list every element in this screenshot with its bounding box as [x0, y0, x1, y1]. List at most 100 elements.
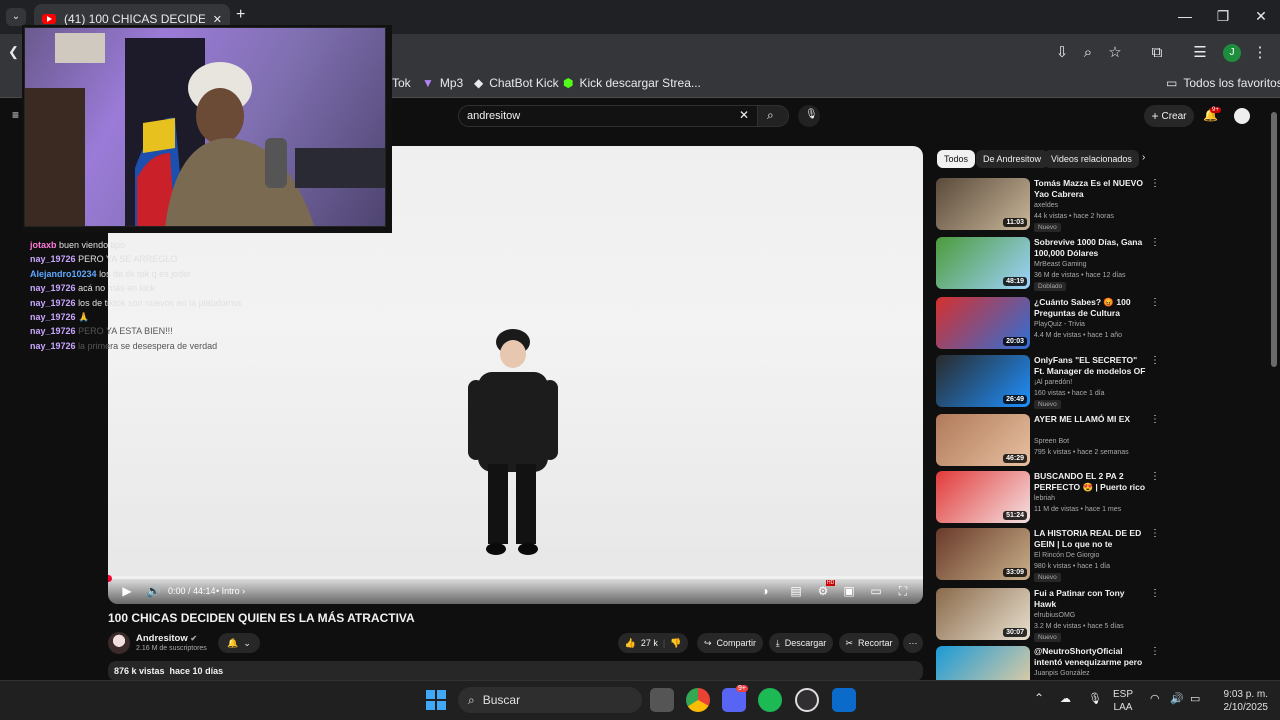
chip-videos-relacionados[interactable]: Videos relacionados [1044, 150, 1139, 168]
recommendation-channel[interactable]: elrubiusOMG [1034, 612, 1075, 619]
subscribed-bell-button[interactable]: 🔔 ⌄ [218, 633, 260, 653]
fullscreen-icon[interactable]: ⛶ [896, 584, 910, 598]
task-view-icon[interactable] [650, 688, 674, 712]
recommendation-channel[interactable]: Spreen Bot [1034, 438, 1069, 445]
channel-name[interactable]: Andresitow ✔ [136, 633, 197, 644]
recommendation-card[interactable]: 20:03 ¿Cuánto Sabes? 😡 100 Preguntas de C… [936, 297, 1160, 351]
page-scrollbar[interactable] [1269, 104, 1279, 679]
autoplay-toggle-icon[interactable]: ◑ [758, 584, 772, 598]
close-window-icon[interactable]: ✕ [1242, 4, 1280, 28]
zoom-icon[interactable]: ⌕ [1078, 43, 1098, 63]
more-options-icon[interactable]: ⋮ [1150, 355, 1160, 366]
recommendation-title[interactable]: ¿Cuánto Sabes? 😡 100 Preguntas de Cultur… [1034, 297, 1146, 319]
recommendation-card[interactable]: 26:49 OnlyFans "EL SECRETO" Ft. Manager d… [936, 355, 1160, 409]
recommendation-title[interactable]: Fui a Patinar con Tony Hawk [1034, 588, 1146, 610]
recommendation-title[interactable]: @NeutroShortyOficial intentó venequizarm… [1034, 646, 1146, 668]
maximize-icon[interactable]: ❐ [1204, 4, 1242, 28]
chip-de-andresitow[interactable]: De Andresitow [976, 150, 1049, 168]
language-indicator[interactable]: ESP LAA [1113, 688, 1133, 714]
search-button[interactable]: ⌕ [757, 105, 789, 127]
new-tab-button[interactable]: + [236, 6, 245, 24]
volume-icon[interactable]: 🔊 [146, 584, 161, 598]
download-button[interactable]: ⤓ Descargar [769, 633, 833, 653]
microphone-tray-icon[interactable]: 🎙 [1088, 692, 1102, 705]
all-bookmarks[interactable]: ▭ Todos los favoritos [1166, 76, 1280, 90]
miniplayer-icon[interactable]: ▣ [842, 584, 856, 598]
video-thumbnail[interactable]: 48:19 [936, 237, 1030, 289]
settings-gear-icon[interactable]: ⚙ [816, 584, 830, 598]
recommendation-channel[interactable]: PlayQuiz - Trivia [1034, 321, 1085, 328]
scrollbar-thumb[interactable] [1271, 112, 1277, 367]
recommendation-title[interactable]: BUSCANDO EL 2 PA 2 PERFECTO 😍 | Puerto r… [1034, 471, 1146, 493]
bookmark-chatbot-kick[interactable]: ◆ ChatBot Kick [474, 76, 559, 90]
bookmark-kick-descargar[interactable]: ⬢ Kick descargar Strea... [563, 76, 701, 90]
bookmark-star-icon[interactable]: ☆ [1105, 43, 1125, 63]
more-options-icon[interactable]: ⋮ [1150, 646, 1160, 657]
volume-tray-icon[interactable]: 🔊 [1170, 692, 1184, 705]
share-button[interactable]: ↪ Compartir [697, 633, 763, 653]
recommendation-channel[interactable]: axeldes [1034, 202, 1058, 209]
tab-search-button[interactable]: ⌄ [6, 8, 26, 26]
battery-saver-icon[interactable]: ☁ [1060, 692, 1071, 705]
video-thumbnail[interactable]: 20:03 [936, 297, 1030, 349]
extensions-icon[interactable]: ⧉ [1147, 43, 1167, 63]
subtitles-icon[interactable]: ▤ [789, 584, 803, 598]
play-icon[interactable]: ▶ [120, 584, 134, 598]
spotify-icon[interactable] [758, 688, 782, 712]
description-box[interactable]: 876 k vistas hace 10 días [108, 661, 923, 681]
windows-start-icon[interactable] [426, 690, 446, 710]
back-icon[interactable]: ❮ [8, 44, 19, 60]
voice-search-button[interactable]: 🎙 [798, 105, 820, 127]
recommendation-title[interactable]: OnlyFans "EL SECRETO" Ft. Manager de mod… [1034, 355, 1146, 377]
recommendation-card[interactable]: 11:03 Tomás Mazza Es el NUEVO Yao Cabrera… [936, 178, 1160, 232]
more-options-icon[interactable]: ⋮ [1150, 297, 1160, 308]
recommendation-channel[interactable]: Juanpis González [1034, 670, 1090, 677]
recommendation-channel[interactable]: lebriah [1034, 495, 1055, 502]
close-tab-icon[interactable]: ✕ [213, 13, 222, 26]
bookmark-tok[interactable]: Tok [392, 76, 411, 90]
video-thumbnail[interactable]: 33:09 [936, 528, 1030, 580]
recommendation-card[interactable]: 33:09 LA HISTORIA REAL DE ED GEIN | Lo qu… [936, 528, 1160, 582]
recommendation-title[interactable]: LA HISTORIA REAL DE ED GEIN | Lo que no … [1034, 528, 1146, 550]
battery-icon[interactable]: ▭ [1190, 692, 1200, 705]
more-actions-button[interactable]: ⋯ [903, 633, 923, 653]
clear-search-icon[interactable]: ✕ [739, 108, 749, 122]
chevron-right-icon[interactable]: › [1142, 152, 1145, 163]
guide-menu-icon[interactable]: ≡ [12, 108, 19, 122]
recommendation-card[interactable]: 30:07 Fui a Patinar con Tony Hawk elrubius… [936, 588, 1160, 642]
recommendation-title[interactable]: Tomás Mazza Es el NUEVO Yao Cabrera [1034, 178, 1146, 200]
photos-icon[interactable] [832, 688, 856, 712]
chrome-icon[interactable] [686, 688, 710, 712]
recommendation-card[interactable]: 48:19 Sobrevive 1000 Días, Gana 100,000 D… [936, 237, 1160, 291]
bookmark-mp3[interactable]: ▼ Mp3 [422, 76, 463, 90]
browser-menu-icon[interactable]: ⋮ [1250, 43, 1270, 63]
minimize-icon[interactable]: — [1166, 4, 1204, 28]
video-thumbnail[interactable]: 46:29 [936, 414, 1030, 466]
more-options-icon[interactable]: ⋮ [1150, 237, 1160, 248]
chip-todos[interactable]: Todos [937, 150, 976, 168]
media-control-icon[interactable]: ☰ [1190, 43, 1210, 63]
video-thumbnail[interactable]: 51:24 [936, 471, 1030, 523]
more-options-icon[interactable]: ⋮ [1150, 471, 1160, 482]
more-options-icon[interactable]: ⋮ [1150, 414, 1160, 425]
account-avatar[interactable] [1234, 108, 1250, 124]
chapter-label[interactable]: • Intro › [216, 586, 245, 596]
recommendation-title[interactable]: Sobrevive 1000 Días, Gana 100,000 Dólare… [1034, 237, 1146, 259]
profile-avatar[interactable]: J [1223, 44, 1241, 62]
recommendation-channel[interactable]: El Rincón De Giorgio [1034, 552, 1099, 559]
video-thumbnail[interactable]: 11:03 [936, 178, 1030, 230]
theater-mode-icon[interactable]: ▭ [869, 584, 883, 598]
wifi-icon[interactable]: ◠ [1150, 692, 1160, 705]
recommendation-title[interactable]: AYER ME LLAMÓ MI EX [1034, 414, 1146, 425]
show-hidden-icons[interactable]: ⌃ [1034, 691, 1044, 705]
like-button[interactable]: 👍 27 k | 👎 [618, 633, 688, 653]
more-options-icon[interactable]: ⋮ [1150, 178, 1160, 189]
taskbar-search[interactable]: ⌕ Buscar [458, 687, 642, 713]
obs-icon[interactable] [795, 688, 819, 712]
more-options-icon[interactable]: ⋮ [1150, 588, 1160, 599]
create-button[interactable]: + Crear [1144, 105, 1194, 127]
clock[interactable]: 9:03 p. m. 2/10/2025 [1212, 688, 1269, 714]
video-thumbnail[interactable]: 26:49 [936, 355, 1030, 407]
video-thumbnail[interactable]: 30:07 [936, 588, 1030, 640]
clip-button[interactable]: ✂ Recortar [839, 633, 899, 653]
